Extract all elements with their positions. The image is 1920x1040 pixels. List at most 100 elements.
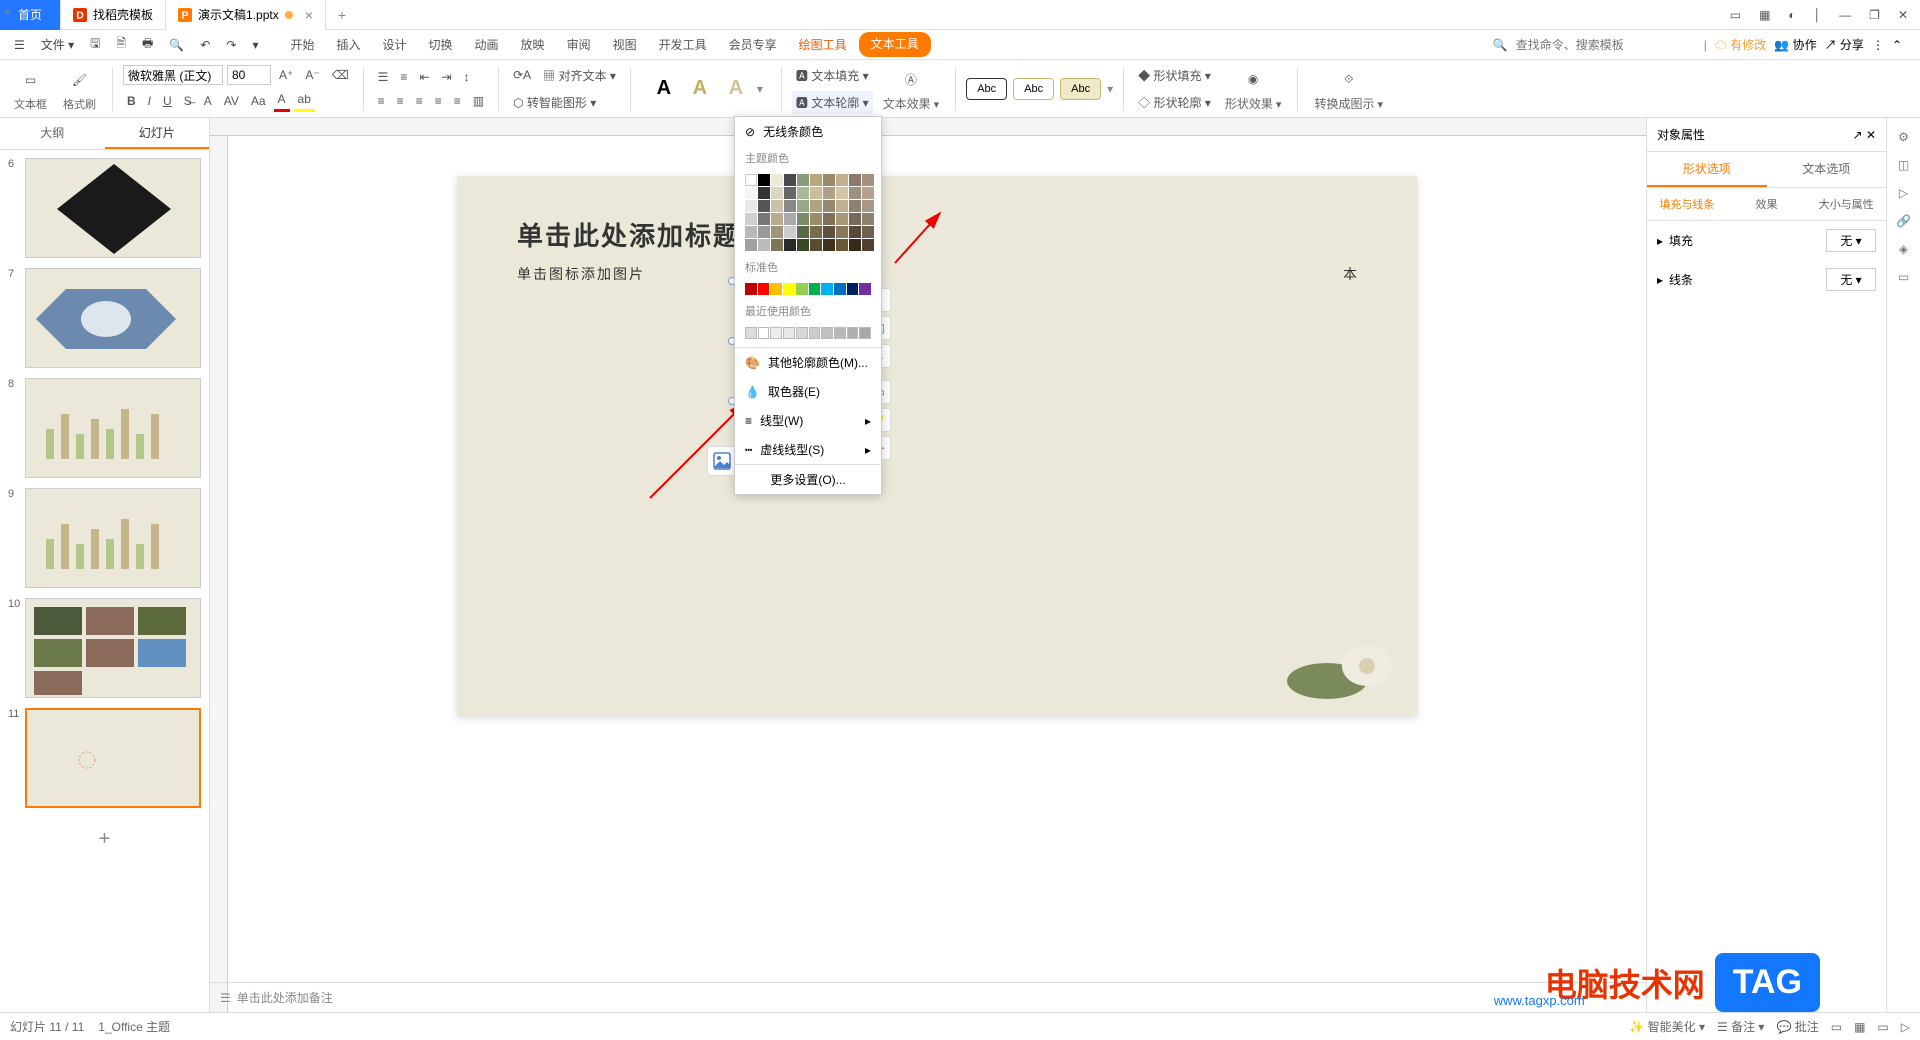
undo-icon[interactable]: ↶ bbox=[194, 34, 216, 56]
slide-subtitle-placeholder[interactable]: 单击图标添加图片 bbox=[517, 264, 645, 284]
menu-drawtools[interactable]: 绘图工具 bbox=[789, 32, 857, 57]
view-reading-icon[interactable]: ▭ bbox=[1877, 1020, 1888, 1034]
redo-icon[interactable]: ↷ bbox=[220, 34, 242, 56]
prop-popout-icon[interactable]: ↗ bbox=[1853, 128, 1863, 142]
prop-line-row[interactable]: ▸线条 无 ▾ bbox=[1647, 260, 1886, 299]
slide-thumb-7[interactable] bbox=[25, 268, 201, 368]
prop-tab-text[interactable]: 文本选项 bbox=[1767, 152, 1887, 187]
collapse-panel-icon[interactable]: « bbox=[4, 4, 11, 18]
align-text-button[interactable]: ▦ 对齐文本 ▾ bbox=[539, 64, 620, 87]
underline-icon[interactable]: U bbox=[159, 91, 176, 111]
file-menu[interactable]: 文件 ▾ bbox=[35, 32, 80, 57]
cooperate-icon[interactable]: 👥 协作 bbox=[1774, 36, 1816, 53]
tool-style-icon[interactable]: ◫ bbox=[1898, 158, 1909, 172]
comments-toggle[interactable]: 💬 批注 bbox=[1776, 1018, 1818, 1035]
font-size-combo[interactable]: 80 bbox=[227, 65, 271, 85]
new-slide-button[interactable]: + bbox=[8, 818, 201, 861]
dd-more-colors[interactable]: 🎨其他轮廓颜色(M)... bbox=[735, 348, 881, 377]
style-preset-3[interactable]: Abc bbox=[1060, 78, 1101, 100]
save-icon[interactable]: 🖫 bbox=[84, 30, 106, 59]
dd-eyedropper[interactable]: 💧取色器(E) bbox=[735, 377, 881, 406]
more-qat-icon[interactable]: ▾ bbox=[246, 34, 264, 56]
align-left-icon[interactable]: ≡ bbox=[374, 91, 389, 111]
menu-slideshow[interactable]: 放映 bbox=[511, 32, 555, 57]
theme-color-grid[interactable] bbox=[735, 170, 881, 255]
layout-mode-icon[interactable]: ▭ bbox=[1726, 4, 1745, 26]
menu-icon[interactable]: ☰ bbox=[8, 34, 31, 56]
textbox-icon[interactable]: ▭ bbox=[17, 66, 45, 94]
style-preset-1[interactable]: Abc bbox=[966, 78, 1007, 100]
format-painter-icon[interactable]: 🖌 bbox=[66, 66, 94, 94]
menu-transitions[interactable]: 切换 bbox=[419, 32, 463, 57]
menu-start[interactable]: 开始 bbox=[280, 32, 324, 57]
shape-outline-button[interactable]: ◇ 形状轮廓 ▾ bbox=[1134, 91, 1215, 114]
indent-inc-icon[interactable]: ⇥ bbox=[438, 67, 456, 87]
tool-more-icon[interactable]: ▭ bbox=[1898, 270, 1909, 284]
numbering-icon[interactable]: ≡ bbox=[396, 67, 411, 87]
menu-vip[interactable]: 会员专享 bbox=[719, 32, 787, 57]
prop-sub-effect[interactable]: 效果 bbox=[1727, 188, 1807, 220]
restore-icon[interactable]: ❐ bbox=[1865, 4, 1884, 26]
prop-sub-size[interactable]: 大小与属性 bbox=[1806, 188, 1886, 220]
close-window-icon[interactable]: ✕ bbox=[1894, 4, 1912, 26]
insert-image-icon[interactable] bbox=[707, 446, 737, 476]
saveas-icon[interactable]: 🗎 bbox=[110, 30, 132, 59]
decrease-font-icon[interactable]: A⁻ bbox=[301, 65, 323, 85]
view-sorter-icon[interactable]: ▦ bbox=[1854, 1020, 1865, 1034]
prop-fill-row[interactable]: ▸填充 无 ▾ bbox=[1647, 221, 1886, 260]
tool-animation-icon[interactable]: ▷ bbox=[1899, 186, 1908, 200]
notes-area[interactable]: ☰ 单击此处添加备注 bbox=[210, 982, 1646, 1012]
dd-dash-type[interactable]: ┅虚线线型(S)▸ bbox=[735, 435, 881, 464]
font-family-combo[interactable]: 微软雅黑 (正文) bbox=[123, 65, 223, 85]
prop-fill-combo[interactable]: 无 ▾ bbox=[1826, 229, 1876, 252]
more-menu-icon[interactable]: ⋮ bbox=[1872, 38, 1884, 52]
tool-link-icon[interactable]: 🔗 bbox=[1896, 214, 1911, 228]
shadow-icon[interactable]: A bbox=[200, 91, 216, 111]
tab-templates[interactable]: D 找稻壳模板 bbox=[61, 0, 166, 30]
slide-title-placeholder[interactable]: 单击此处添加标题 bbox=[517, 216, 741, 253]
convert-icon[interactable]: ⟐ bbox=[1335, 65, 1363, 93]
menu-developer[interactable]: 开发工具 bbox=[649, 32, 717, 57]
align-right-icon[interactable]: ≡ bbox=[412, 91, 427, 111]
distribute-icon[interactable]: ≡ bbox=[450, 91, 465, 111]
wordart-gallery[interactable]: A A A ▾ bbox=[641, 74, 771, 104]
menu-insert[interactable]: 插入 bbox=[326, 32, 370, 57]
tab-document[interactable]: P 演示文稿1.pptx × bbox=[166, 0, 326, 30]
align-justify-icon[interactable]: ≡ bbox=[431, 91, 446, 111]
align-center-icon[interactable]: ≡ bbox=[393, 91, 408, 111]
slide-thumb-10[interactable] bbox=[25, 598, 201, 698]
text-fill-button[interactable]: 🅰 文本填充 ▾ bbox=[792, 64, 873, 87]
recent-color-row[interactable] bbox=[735, 323, 881, 343]
share-icon[interactable]: ↗ 分享 bbox=[1825, 36, 1864, 53]
preview-icon[interactable]: 🔍 bbox=[163, 34, 190, 56]
slide-thumb-9[interactable] bbox=[25, 488, 201, 588]
increase-font-icon[interactable]: A⁺ bbox=[275, 65, 297, 85]
linespacing-icon[interactable]: ↕ bbox=[460, 67, 474, 87]
menu-review[interactable]: 审阅 bbox=[557, 32, 601, 57]
indent-dec-icon[interactable]: ⇤ bbox=[415, 67, 433, 87]
text-direction-icon[interactable]: ⟳A bbox=[509, 65, 535, 85]
style-preset-2[interactable]: Abc bbox=[1013, 78, 1054, 100]
prop-close-icon[interactable]: ✕ bbox=[1866, 128, 1876, 142]
text-effect-icon[interactable]: Ⓐ bbox=[897, 65, 925, 93]
tool-layout-icon[interactable]: ◈ bbox=[1899, 242, 1908, 256]
user-avatar[interactable]: ◐ bbox=[1784, 4, 1799, 26]
standard-color-row[interactable] bbox=[735, 279, 881, 299]
slide-thumb-6[interactable] bbox=[25, 158, 201, 258]
search-input[interactable] bbox=[1516, 38, 1696, 52]
prop-line-combo[interactable]: 无 ▾ bbox=[1826, 268, 1876, 291]
bullets-icon[interactable]: ☰ bbox=[374, 67, 393, 87]
spacing-icon[interactable]: AV bbox=[220, 91, 243, 111]
beautify-button[interactable]: ✨ 智能美化 ▾ bbox=[1629, 1018, 1705, 1035]
collapse-ribbon-icon[interactable]: ⌃ bbox=[1892, 38, 1902, 52]
prop-tab-shape[interactable]: 形状选项 bbox=[1647, 152, 1767, 187]
view-slideshow-icon[interactable]: ▷ bbox=[1901, 1020, 1910, 1034]
shape-fill-button[interactable]: ◆ 形状填充 ▾ bbox=[1134, 64, 1215, 87]
prop-sub-fill[interactable]: 填充与线条 bbox=[1647, 188, 1727, 220]
print-icon[interactable]: 🖶 bbox=[136, 30, 159, 59]
smartart-button[interactable]: ⬡ 转智能图形 ▾ bbox=[509, 91, 600, 114]
view-normal-icon[interactable]: ▭ bbox=[1831, 1020, 1842, 1034]
text-outline-button[interactable]: 🅰 文本轮廓 ▾ bbox=[792, 91, 873, 114]
slides-tab[interactable]: 幻灯片 bbox=[105, 118, 210, 149]
menu-animations[interactable]: 动画 bbox=[465, 32, 509, 57]
